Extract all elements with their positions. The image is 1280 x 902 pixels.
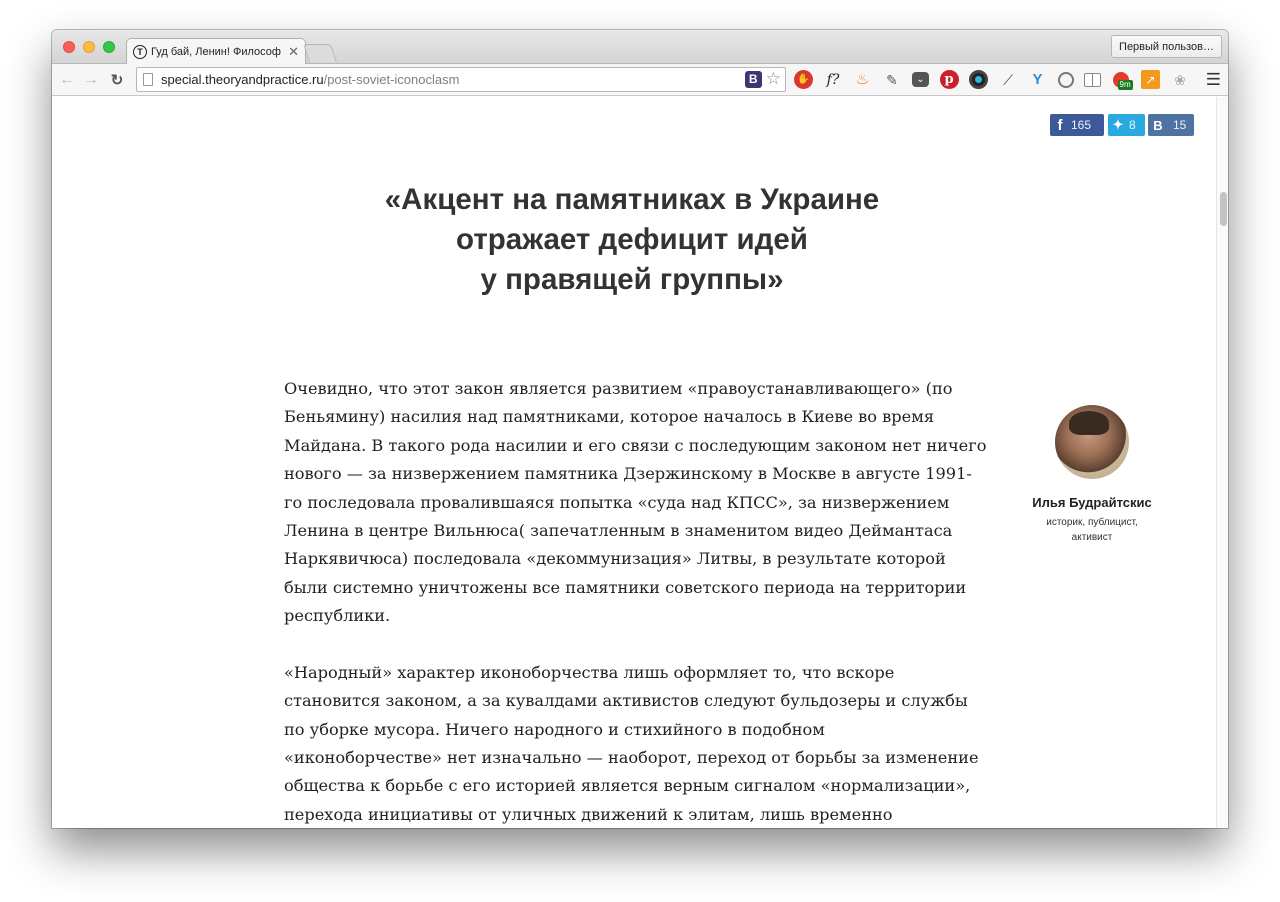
article-body: Очевидно, что этот закон является развит… <box>284 375 987 828</box>
profile-button[interactable]: Первый пользов… <box>1111 35 1222 58</box>
close-window-button[interactable] <box>63 41 75 53</box>
vk-share-button[interactable]: В 15 <box>1148 114 1194 136</box>
paragraph-line: «Народный» характер иконоборчества лишь … <box>284 662 895 682</box>
paragraph-line: Ленина в центре Вильнюса( запечатленным … <box>284 520 953 540</box>
paragraph-line: по уборке мусора. Ничего народного и сти… <box>284 719 825 739</box>
font-finder-icon[interactable]: f? <box>824 70 843 89</box>
browser-toolbar: ← → ↻ special.theoryandpractice.ru/post-… <box>52 64 1228 96</box>
paragraph-line: го последовала провалившаяся попытка «су… <box>284 492 950 512</box>
paragraph-line: Майдана. В такого рода насилии и его свя… <box>284 435 987 455</box>
facebook-icon: f <box>1057 116 1063 134</box>
browser-window: T Гуд бай, Ленин! Философ ✕ Первый польз… <box>52 30 1228 828</box>
paragraph-line: Беньямину) насилия над памятниками, кото… <box>284 407 935 427</box>
paragraph-line: республики. <box>284 606 391 626</box>
url-path: /post-soviet-iconoclasm <box>323 72 460 87</box>
paragraph-line: становится законом, а за кувалдами актив… <box>284 691 968 711</box>
paragraph-line: были системно уничтожены все памятники с… <box>284 577 967 597</box>
paragraph-line: «иконоборчестве» нет изначально — наобор… <box>284 748 979 768</box>
evernote-icon[interactable]: ✎ <box>883 70 902 89</box>
vk-share-count: 15 <box>1173 118 1187 132</box>
tab-title: Гуд бай, Ленин! Философ <box>151 46 281 58</box>
forward-arrow-icon[interactable]: → <box>82 71 100 89</box>
headline-line: «Акцент на памятниках в Украине <box>384 183 880 216</box>
reload-icon[interactable]: ↻ <box>108 71 126 89</box>
url-host: special.theoryandpractice.ru <box>161 72 324 87</box>
author-description-line: историк, публицист, <box>1046 517 1138 528</box>
author-avatar[interactable] <box>1055 405 1129 479</box>
paragraph-line: Очевидно, что этот закон является развит… <box>284 379 953 398</box>
vk-icon: В <box>1153 117 1163 133</box>
menu-icon[interactable]: ☰ <box>1206 70 1221 90</box>
avatar-hair <box>1069 411 1109 435</box>
paragraph-line: Наркявичюса) последовала «декоммунизация… <box>284 549 946 569</box>
page-icon <box>143 73 153 86</box>
eyedropper-icon[interactable]: ⟋ <box>999 70 1018 89</box>
facebook-share-count: 165 <box>1071 118 1092 132</box>
paragraph-line: общества к борьбе с его историей являетс… <box>284 776 971 796</box>
author-name[interactable]: Илья Будрайтскис <box>1012 495 1172 510</box>
page-content: f 165 ✦ 8 В 15 «Акцент на памятниках в У… <box>52 97 1216 828</box>
extension-badge: 9m <box>1117 80 1133 90</box>
paragraph-line: перехода инициативы от уличных движений … <box>284 804 893 824</box>
pocket-icon[interactable]: ⌄ <box>912 72 929 87</box>
bookmark-star-icon[interactable]: ☆ <box>766 70 781 88</box>
paragraph-line: нового — за низвержением памятника Дзерж… <box>284 464 972 484</box>
headline-line: у правящей группы» <box>480 263 784 296</box>
twitter-icon: ✦ <box>1112 117 1124 132</box>
paw-icon[interactable]: ❀ <box>1171 70 1190 89</box>
new-tab-button[interactable] <box>303 44 337 62</box>
adblock-icon[interactable]: ✋ <box>794 70 813 89</box>
pinterest-icon[interactable]: p <box>939 70 959 89</box>
reader-icon[interactable] <box>1084 72 1101 87</box>
twitter-share-count: 8 <box>1129 118 1136 132</box>
scrollbar-thumb[interactable] <box>1220 192 1227 226</box>
twitter-share-button[interactable]: ✦ 8 <box>1108 114 1145 136</box>
tab-strip: T Гуд бай, Ленин! Философ ✕ Первый польз… <box>52 30 1228 65</box>
fire-icon[interactable]: ♨ <box>853 70 872 89</box>
tab-active[interactable]: T Гуд бай, Ленин! Философ ✕ <box>126 38 306 65</box>
address-bar[interactable]: special.theoryandpractice.ru/post-soviet… <box>136 67 786 92</box>
minimize-window-button[interactable] <box>83 41 95 53</box>
article-headline: «Акцент на памятниках в Украине отражает… <box>232 180 1032 300</box>
refresh-circle-icon[interactable] <box>1057 71 1074 88</box>
headline-line: отражает дефицит идей <box>456 223 808 256</box>
bookmark-extension-icon[interactable]: B <box>744 70 762 88</box>
yandex-icon[interactable]: Y <box>1028 70 1047 89</box>
author-card: Илья Будрайтскис историк, публицист, акт… <box>1012 405 1172 545</box>
tab-close-icon[interactable]: ✕ <box>288 44 299 60</box>
author-description: историк, публицист, активист <box>1012 515 1172 545</box>
chart-icon[interactable]: ↗ <box>1141 70 1160 89</box>
extensions-bar: ✋ f? ♨ ✎ ⌄ p ⟋ Y 9m ↗ ❀ <box>794 70 1200 90</box>
camera-icon[interactable] <box>969 70 988 89</box>
author-description-line: активист <box>1071 532 1113 543</box>
facebook-share-button[interactable]: f 165 <box>1050 114 1104 136</box>
rss-badge-icon[interactable]: 9m <box>1112 70 1133 90</box>
zoom-window-button[interactable] <box>103 41 115 53</box>
page-scrollbar[interactable] <box>1216 97 1228 828</box>
back-arrow-icon[interactable]: ← <box>58 71 76 89</box>
site-favicon-icon: T <box>133 45 147 59</box>
